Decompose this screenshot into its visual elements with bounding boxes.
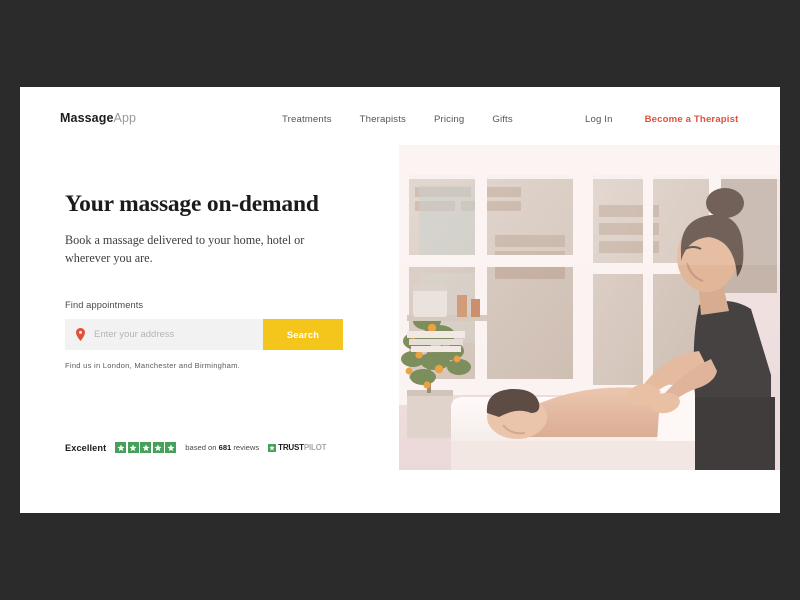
trustpilot-rating-word: Excellent (65, 442, 107, 453)
location-pin-icon (76, 328, 85, 341)
page-title: Your massage on-demand (65, 191, 319, 217)
trustpilot-logo[interactable]: TRUST PILOT (268, 443, 327, 452)
search-hint: Find us in London, Manchester and Birmin… (65, 361, 241, 370)
page-card: MassageApp Treatments Therapists Pricing… (20, 87, 780, 513)
reviews-suffix: reviews (231, 443, 260, 452)
brand-logo[interactable]: MassageApp (60, 111, 136, 125)
reviews-number: 681 (218, 443, 232, 452)
site-header: MassageApp Treatments Therapists Pricing… (20, 87, 780, 147)
trustpilot-logo-trust: TRUST (278, 443, 304, 452)
brand-name-strong: Massage (60, 111, 114, 125)
search-row: Search (65, 319, 343, 350)
trustpilot-logo-pilot: PILOT (303, 443, 327, 452)
login-link[interactable]: Log In (585, 114, 613, 125)
search-block: Find appointments Search Find us in Lond… (65, 300, 350, 370)
search-input[interactable] (94, 329, 263, 340)
star-icon (115, 442, 127, 453)
nav-item-pricing[interactable]: Pricing (434, 114, 464, 125)
star-icon (165, 442, 177, 453)
star-icon (127, 442, 139, 453)
search-label: Find appointments (65, 300, 144, 310)
hero-text-column: Your massage on-demand Book a massage de… (65, 191, 395, 267)
brand-name-light: App (113, 111, 137, 125)
primary-nav: Treatments Therapists Pricing Gifts (282, 114, 513, 125)
search-button[interactable]: Search (263, 319, 343, 350)
search-field[interactable] (65, 319, 263, 350)
trustpilot-stars (115, 442, 177, 453)
star-icon (152, 442, 164, 453)
nav-item-gifts[interactable]: Gifts (492, 114, 512, 125)
trustpilot-review-count: based on 681 reviews (185, 443, 259, 452)
nav-item-treatments[interactable]: Treatments (282, 114, 332, 125)
trustpilot-logo-star-icon (268, 443, 277, 452)
trustpilot-widget[interactable]: Excellent based on 681 reviews TRUST PILO… (65, 442, 327, 453)
nav-item-therapists[interactable]: Therapists (360, 114, 406, 125)
reviews-prefix: based on (185, 443, 219, 452)
secondary-nav: Log In Become a Therapist (585, 114, 738, 125)
star-icon (140, 442, 152, 453)
hero-image (399, 145, 780, 470)
become-a-therapist-link[interactable]: Become a Therapist (645, 114, 739, 125)
hero-subtitle: Book a massage delivered to your home, h… (65, 232, 305, 265)
